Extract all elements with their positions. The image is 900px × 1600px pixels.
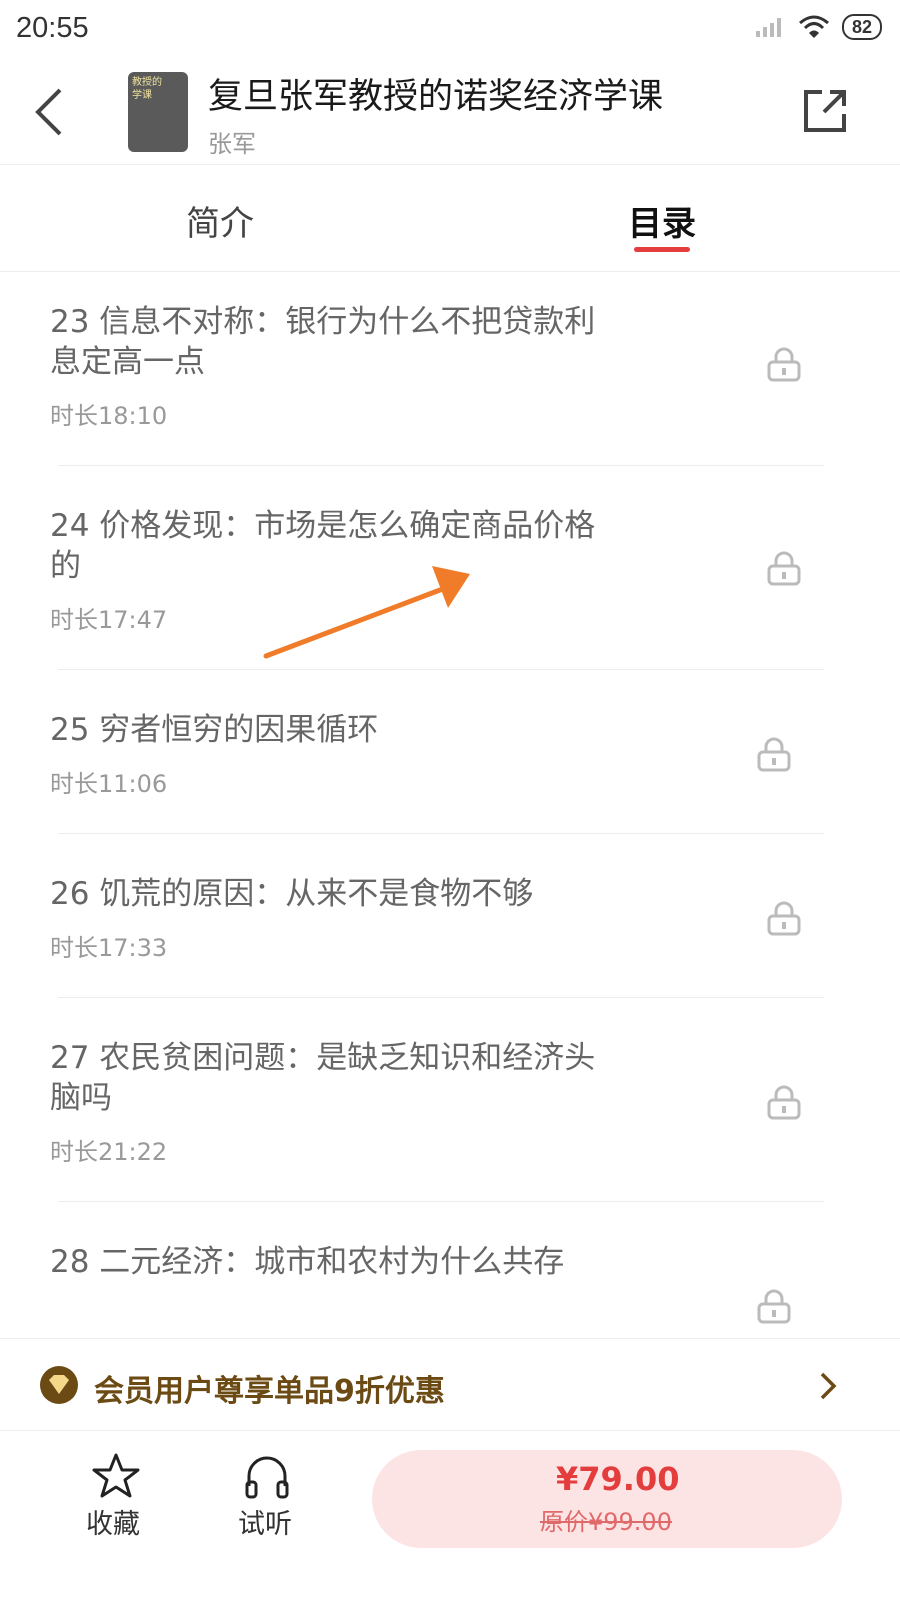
episode-title: 23 信息不对称：银行为什么不把贷款利息定高一点 — [50, 304, 596, 380]
chevron-right-icon — [820, 1372, 837, 1400]
course-author: 张军 — [208, 130, 256, 158]
list-divider — [58, 1201, 824, 1202]
favorite-label: 收藏 — [86, 1509, 140, 1540]
member-promo-text: 会员用户尊享单品9折优惠 — [94, 1374, 445, 1409]
bottom-divider — [0, 1430, 900, 1431]
episode-duration: 时长11:06 — [50, 770, 168, 798]
tab-catalog[interactable]: 目录 — [628, 196, 696, 245]
star-icon — [92, 1453, 140, 1498]
episode-title: 24 价格发现：市场是怎么确定商品价格的 — [50, 508, 596, 584]
episode-title: 26 饥荒的原因：从来不是食物不够 — [50, 876, 534, 912]
tab-intro[interactable]: 简介 — [186, 196, 254, 245]
list-divider — [58, 669, 824, 670]
episode-duration: 时长17:33 — [50, 934, 168, 962]
share-button[interactable] — [800, 86, 850, 136]
episode-title: 25 穷者恒穷的因果循环 — [50, 712, 379, 748]
list-divider — [58, 997, 824, 998]
lock-icon — [757, 737, 791, 772]
episode-duration: 时长18:10 — [50, 402, 168, 430]
listen-trial-label: 试听 — [238, 1509, 292, 1540]
list-divider — [58, 465, 824, 466]
headphones-icon — [245, 1456, 289, 1499]
back-arrow-icon — [35, 88, 62, 136]
tabs-divider — [0, 271, 900, 272]
cover-text-line: 教授的 — [132, 77, 162, 88]
wifi-icon — [798, 15, 829, 38]
lock-icon — [767, 551, 801, 586]
episode-title: 28 二元经济：城市和农村为什么共存 — [50, 1244, 565, 1280]
lock-icon — [767, 1085, 801, 1120]
original-price: 原价¥99.00 — [540, 1508, 672, 1536]
member-badge-icon — [40, 1366, 78, 1404]
back-button[interactable] — [30, 82, 80, 142]
status-time: 20:55 — [16, 12, 89, 44]
lock-icon — [767, 901, 801, 936]
header-divider — [0, 164, 900, 165]
tab-active-indicator — [634, 247, 690, 252]
episode-title: 27 农民贫困问题：是缺乏知识和经济头脑吗 — [50, 1040, 596, 1116]
cover-text-line: 学课 — [132, 90, 152, 101]
lock-icon — [767, 347, 801, 382]
list-divider — [58, 833, 824, 834]
price: ¥79.00 — [556, 1460, 680, 1498]
course-title: 复旦张军教授的诺奖经济学课 — [208, 77, 664, 117]
status-icons: 82 — [754, 14, 882, 40]
episode-duration: 时长17:47 — [50, 606, 168, 634]
signal-icon — [755, 18, 781, 37]
share-icon — [804, 90, 846, 132]
course-cover: 教授的 学课 — [128, 72, 188, 152]
episode-duration: 时长21:22 — [50, 1138, 168, 1166]
lock-icon — [757, 1289, 791, 1324]
battery-indicator: 82 — [841, 14, 882, 40]
